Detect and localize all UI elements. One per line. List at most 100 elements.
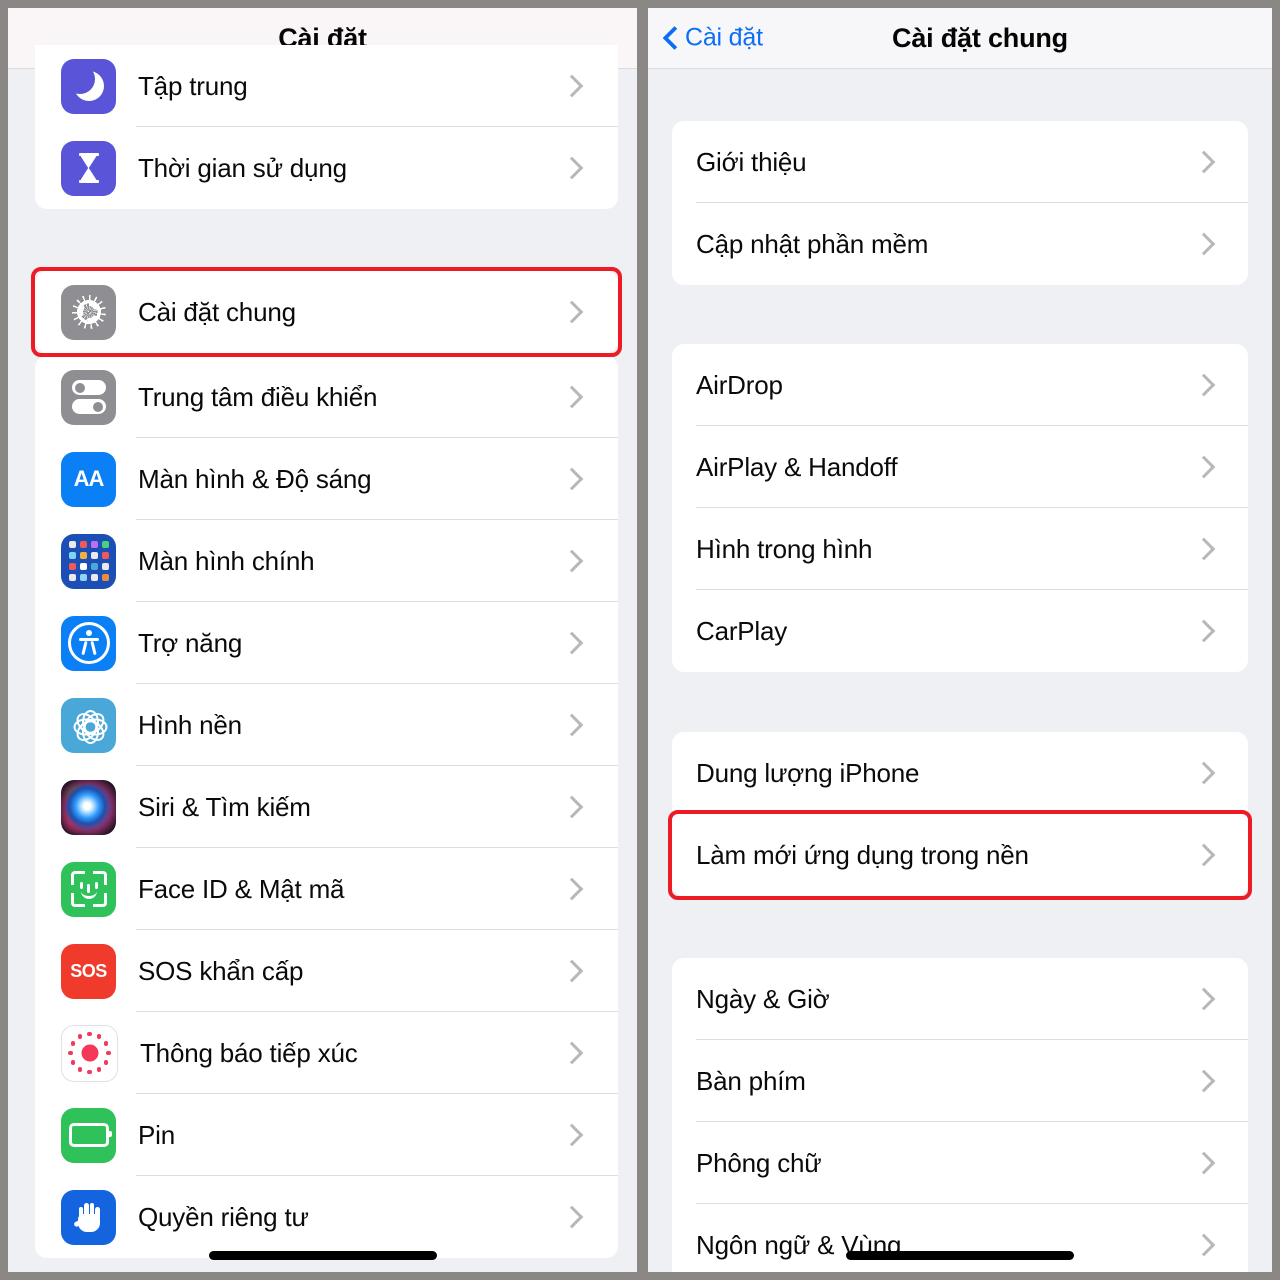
group-gap: [8, 209, 637, 271]
chevron-right-icon: [1192, 1069, 1216, 1093]
chevron-right-icon: [560, 1041, 584, 1065]
settings-row-carplay[interactable]: CarPlay: [672, 590, 1248, 672]
row-label: Quyền riêng tư: [138, 1201, 309, 1232]
chevron-right-icon: [560, 385, 584, 409]
row-label: Pin: [138, 1119, 175, 1150]
chevron-right-icon: [560, 74, 584, 98]
row-label: Bàn phím: [696, 1065, 806, 1096]
settings-row-ngon-ngu-vung[interactable]: Ngôn ngữ & Vùng: [672, 1204, 1248, 1272]
settings-panel-left: Cài đặt Tập trung Thời gian sử dụng Cài …: [8, 8, 637, 1272]
chevron-right-icon: [1192, 843, 1216, 867]
settings-row-airdrop[interactable]: AirDrop: [672, 344, 1248, 426]
settings-row-hinh-nen[interactable]: Hình nền: [35, 684, 618, 766]
chevron-right-icon: [560, 1205, 584, 1229]
row-label: Hình trong hình: [696, 533, 873, 564]
wallpaper-icon: [61, 697, 116, 753]
settings-panel-right: Cài đặt Cài đặt chung Giới thiệu Cập nhậ…: [648, 8, 1272, 1272]
row-label: Dung lượng iPhone: [696, 757, 920, 788]
chevron-left-icon: [662, 26, 677, 51]
row-label: Cập nhật phần mềm: [696, 228, 929, 259]
settings-row-thoi-gian-su-dung[interactable]: Thời gian sử dụng: [35, 127, 618, 209]
row-label: Hình nền: [138, 709, 242, 740]
settings-row-hinh-trong-hinh[interactable]: Hình trong hình: [672, 508, 1248, 590]
hourglass-icon: [61, 140, 116, 196]
sos-icon: SOS: [61, 943, 116, 999]
top-gap: [648, 69, 1272, 121]
row-label: Face ID & Mật mã: [138, 873, 345, 904]
gear-icon: [61, 284, 116, 340]
siri-icon: [61, 779, 116, 835]
chevron-right-icon: [560, 713, 584, 737]
general-settings-list[interactable]: Giới thiệu Cập nhật phần mềm AirDrop Air…: [648, 69, 1272, 1272]
row-label: Thông báo tiếp xúc: [140, 1037, 358, 1068]
chevron-right-icon: [1192, 232, 1216, 256]
settings-row-thong-bao-tiep-xuc[interactable]: Thông báo tiếp xúc: [35, 1012, 618, 1094]
settings-row-airplay-handoff[interactable]: AirPlay & Handoff: [672, 426, 1248, 508]
row-label: Siri & Tìm kiếm: [138, 791, 311, 822]
chevron-right-icon: [1192, 761, 1216, 785]
settings-row-man-hinh-chinh[interactable]: Màn hình chính: [35, 520, 618, 602]
settings-group-system: Trung tâm điều khiển AA Màn hình & Độ sá…: [35, 356, 618, 1258]
settings-group-connectivity: AirDrop AirPlay & Handoff Hình trong hìn…: [672, 344, 1248, 672]
settings-row-man-hinh-do-sang[interactable]: AA Màn hình & Độ sáng: [35, 438, 618, 520]
chevron-right-icon: [560, 877, 584, 901]
row-label: AirPlay & Handoff: [696, 451, 898, 482]
settings-row-cai-dat-chung[interactable]: Cài đặt chung: [35, 271, 618, 353]
row-label: Phông chữ: [696, 1147, 822, 1178]
chevron-right-icon: [560, 300, 584, 324]
settings-row-tap-trung[interactable]: Tập trung: [35, 45, 618, 127]
chevron-right-icon: [1192, 987, 1216, 1011]
settings-group-storage: Dung lượng iPhone Làm mới ứng dụng trong…: [672, 732, 1248, 896]
settings-row-face-id-mat-ma[interactable]: Face ID & Mật mã: [35, 848, 618, 930]
settings-row-phong-chu[interactable]: Phông chữ: [672, 1122, 1248, 1204]
display-brightness-icon: AA: [61, 451, 116, 507]
group-gap: [648, 672, 1272, 732]
row-label: Thời gian sử dụng: [138, 152, 347, 183]
moon-icon: [61, 58, 116, 114]
settings-row-pin[interactable]: Pin: [35, 1094, 618, 1176]
row-label: Ngày & Giờ: [696, 983, 830, 1014]
exposure-notification-icon: [61, 1024, 118, 1082]
chevron-right-icon: [1192, 619, 1216, 643]
privacy-hand-icon: [61, 1189, 116, 1245]
settings-group-general: Cài đặt chung: [35, 271, 618, 353]
screenshot-root: Cài đặt Tập trung Thời gian sử dụng Cài …: [0, 0, 1280, 1280]
settings-group-focus: Tập trung Thời gian sử dụng: [35, 45, 618, 209]
chevron-right-icon: [560, 156, 584, 180]
settings-row-tro-nang[interactable]: Trợ năng: [35, 602, 618, 684]
row-label: Cài đặt chung: [138, 296, 296, 327]
chevron-right-icon: [560, 959, 584, 983]
settings-row-dung-luong-iphone[interactable]: Dung lượng iPhone: [672, 732, 1248, 814]
settings-row-ngay-gio[interactable]: Ngày & Giờ: [672, 958, 1248, 1040]
right-nav-title: Cài đặt chung: [892, 22, 1068, 53]
chevron-right-icon: [560, 1123, 584, 1147]
row-label: Trung tâm điều khiển: [138, 381, 378, 412]
settings-row-gioi-thieu[interactable]: Giới thiệu: [672, 121, 1248, 203]
home-screen-icon: [61, 533, 116, 589]
settings-row-quyen-rieng-tu[interactable]: Quyền riêng tư: [35, 1176, 618, 1258]
row-label: AirDrop: [696, 369, 783, 400]
settings-row-sos-khan-cap[interactable]: SOS SOS khẩn cấp: [35, 930, 618, 1012]
settings-row-ban-phim[interactable]: Bàn phím: [672, 1040, 1248, 1122]
settings-row-siri-tim-kiem[interactable]: Siri & Tìm kiếm: [35, 766, 618, 848]
row-label: Trợ năng: [138, 627, 243, 658]
row-label: SOS khẩn cấp: [138, 955, 304, 986]
settings-group-locale: Ngày & Giờ Bàn phím Phông chữ Ngôn ngữ &…: [672, 958, 1248, 1272]
home-indicator-right: [846, 1251, 1074, 1260]
settings-row-trung-tam-dieu-khien[interactable]: Trung tâm điều khiển: [35, 356, 618, 438]
chevron-right-icon: [1192, 373, 1216, 397]
battery-icon: [61, 1107, 116, 1163]
settings-row-cap-nhat-phan-mem[interactable]: Cập nhật phần mềm: [672, 203, 1248, 285]
face-id-icon: [61, 861, 116, 917]
right-navbar: Cài đặt Cài đặt chung: [648, 8, 1272, 69]
settings-row-lam-moi-ung-dung-trong-nen[interactable]: Làm mới ứng dụng trong nền: [672, 814, 1248, 896]
left-settings-list[interactable]: Tập trung Thời gian sử dụng Cài đặt chun…: [8, 45, 637, 1272]
chevron-right-icon: [1192, 150, 1216, 174]
settings-group-about: Giới thiệu Cập nhật phần mềm: [672, 121, 1248, 285]
back-button[interactable]: Cài đặt: [662, 24, 763, 53]
chevron-right-icon: [560, 631, 584, 655]
group-gap: [648, 285, 1272, 344]
chevron-right-icon: [560, 795, 584, 819]
row-label: Màn hình & Độ sáng: [138, 463, 372, 494]
control-center-icon: [61, 369, 116, 425]
